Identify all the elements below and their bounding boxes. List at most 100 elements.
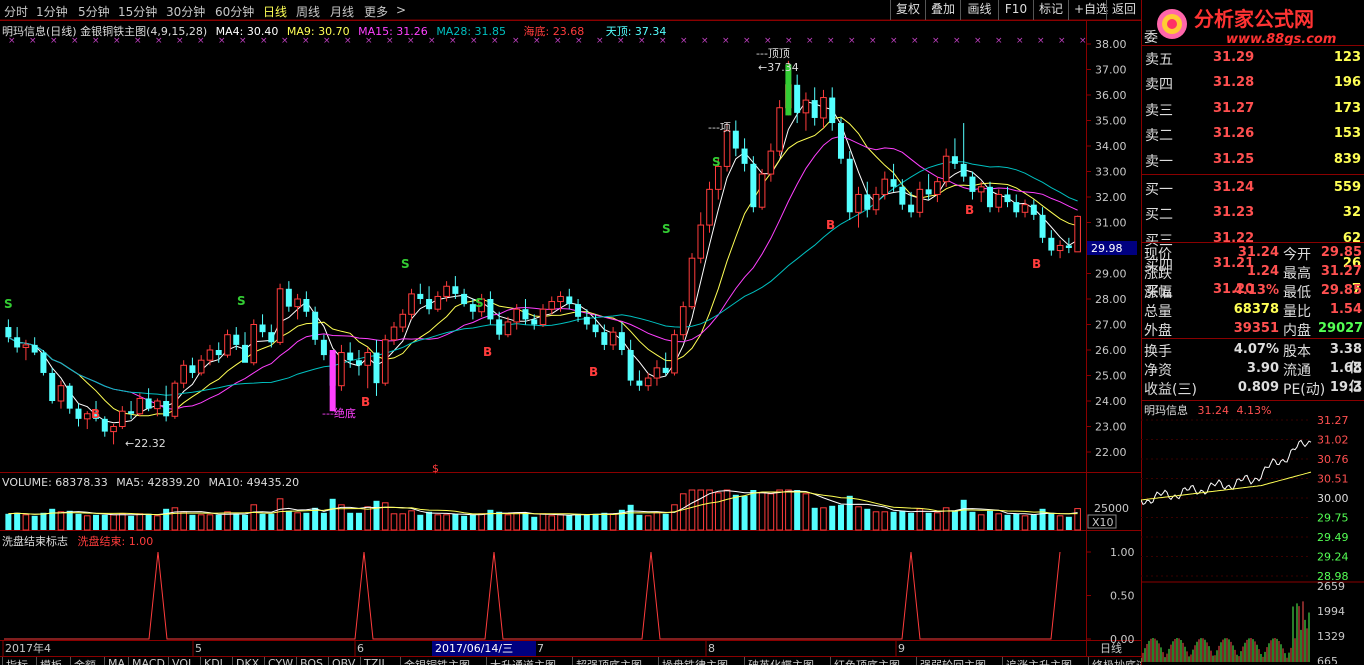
- candle-body: [145, 398, 152, 409]
- volume-bar: [767, 493, 775, 531]
- volume-bar: [40, 512, 47, 530]
- s-signal-label: S: [4, 297, 13, 311]
- signal-marker: ×: [953, 36, 961, 46]
- quote-value: 68378: [1233, 302, 1279, 317]
- candle-body: [206, 349, 214, 361]
- volume-bar: [890, 511, 897, 530]
- bottom-tab-19[interactable]: 追涨主升主图: [1002, 657, 1075, 665]
- candle-body: [846, 158, 853, 213]
- bottom-tab-7[interactable]: DKX: [232, 657, 262, 665]
- signal-marker: ×: [428, 36, 436, 46]
- candle: [242, 332, 249, 363]
- kline-chart[interactable]: 38.00 37.00 36.00 35.00 34.00 33.00 32.00 31.00…: [0, 0, 1141, 665]
- orderbook-level: 卖二: [1145, 128, 1173, 145]
- candle-body: [802, 99, 810, 114]
- signal-marker: ×: [1016, 36, 1024, 46]
- volume-bar: [811, 507, 818, 530]
- candle-body: [794, 84, 801, 113]
- candle-body: [303, 299, 310, 312]
- mini-intraday-chart[interactable]: 31.27 31.02 30.76 30.51 30.00 29.75 29.49 29.24…: [1141, 416, 1364, 664]
- volume-info: VOLUME: 68378.33 MA5: 42839.20 MA10: 494…: [2, 476, 299, 489]
- signal-marker: ×: [92, 36, 100, 46]
- volume-bar: [452, 513, 459, 530]
- candle-body: [399, 313, 407, 328]
- bottom-tab-11[interactable]: TZJL: [360, 657, 391, 665]
- candle-body: [224, 334, 231, 356]
- quote-value: 31.27: [1320, 264, 1362, 279]
- quote-label: 换手: [1144, 344, 1172, 360]
- bottom-tab-4[interactable]: MACD: [128, 657, 168, 665]
- candle: [653, 360, 661, 386]
- signal-marker: ×: [680, 36, 688, 46]
- candle-body: [381, 339, 389, 384]
- volume-bar: [557, 514, 564, 531]
- indicator-tick-label: 1.00: [1110, 546, 1135, 559]
- volume-bar: [206, 514, 214, 531]
- bottom-tab-6[interactable]: KDJ: [200, 657, 226, 665]
- bottom-tab-14[interactable]: 超强顶底主图: [572, 657, 645, 665]
- signal-marker: ×: [533, 36, 541, 46]
- candle: [575, 299, 582, 322]
- signal-marker: ×: [218, 36, 226, 46]
- bottom-tab-0[interactable]: 指标: [2, 657, 31, 665]
- bottom-tab-8[interactable]: CYW: [264, 657, 296, 665]
- bottom-tab-1[interactable]: 模板: [36, 657, 65, 665]
- bottom-tab-17[interactable]: 红色顶底主图: [830, 657, 903, 665]
- signal-marker: ×: [407, 36, 415, 46]
- volume-bar: [951, 510, 958, 530]
- candle-body: [662, 367, 669, 373]
- candle: [434, 291, 442, 312]
- signal-marker: ×: [155, 36, 163, 46]
- volume-bar: [57, 511, 65, 531]
- volume-bar: [101, 514, 108, 530]
- candle: [49, 367, 56, 404]
- signal-marker: ×: [974, 36, 982, 46]
- candle-body: [758, 173, 766, 208]
- bottom-tab-5[interactable]: VOL: [168, 657, 197, 665]
- orderbook-price: 31.25: [1213, 151, 1255, 167]
- candle-body: [320, 339, 327, 356]
- volume-ma10: MA10: 49435.20: [208, 476, 300, 489]
- signal-marker: ×: [890, 36, 898, 46]
- candle-body: [22, 344, 30, 348]
- signal-marker: ×: [134, 36, 142, 46]
- volume-bar: [802, 493, 810, 531]
- quote-label: 股本: [1283, 344, 1311, 360]
- s-signal-label: S: [662, 222, 671, 236]
- bottom-tab-2[interactable]: 金额: [70, 657, 99, 665]
- candle: [145, 388, 152, 412]
- bottom-tab-16[interactable]: 破茧化蝶主图: [744, 657, 817, 665]
- candle: [618, 321, 625, 356]
- volume-bar: [706, 489, 713, 531]
- signal-marker: ×: [512, 36, 520, 46]
- candle: [14, 327, 21, 353]
- volume-bar: [758, 492, 766, 531]
- volume-bar: [513, 512, 521, 531]
- quote-label: 内盘: [1283, 323, 1311, 339]
- candle-body: [960, 163, 967, 177]
- bottom-tab-12[interactable]: 金银铜铁主图: [400, 657, 473, 665]
- signal-marker: ×: [995, 36, 1003, 46]
- bottom-tab-18[interactable]: 强弱轮回主图: [916, 657, 989, 665]
- candle: [1074, 215, 1081, 253]
- candle: [355, 350, 362, 376]
- orderbook-volume: 123: [1333, 50, 1361, 65]
- bottom-tab-9[interactable]: BOS: [296, 657, 326, 665]
- signal-marker: ×: [239, 36, 247, 46]
- bottom-tab-20[interactable]: 终极抄底逃顶: [1088, 657, 1141, 665]
- candle: [1065, 237, 1072, 254]
- mini-tick-label: 30.00: [1317, 492, 1349, 505]
- candle-body: [767, 150, 775, 175]
- high-price-annotation: ←37.34: [758, 61, 799, 74]
- candle: [960, 123, 967, 182]
- mini-tick-label: 30.51: [1317, 473, 1349, 486]
- bottom-tab-15[interactable]: 操盘铁律主图: [658, 657, 731, 665]
- bottom-tab-10[interactable]: OBV: [328, 657, 358, 665]
- candle-body: [119, 410, 126, 428]
- orderbook-volume: 32: [1342, 205, 1361, 221]
- volume-bar: [364, 506, 372, 531]
- orderbook-price: 31.29: [1213, 50, 1255, 65]
- candle: [31, 337, 38, 356]
- bottom-tab-3[interactable]: MA: [104, 657, 128, 665]
- bottom-tab-13[interactable]: 大升通道主图: [486, 657, 559, 665]
